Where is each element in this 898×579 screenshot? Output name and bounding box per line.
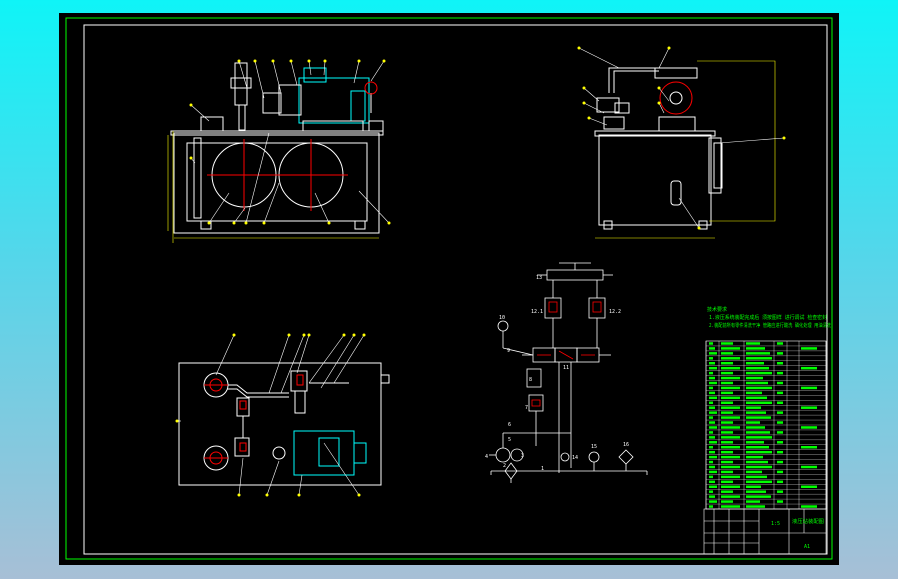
parts-table-row	[709, 396, 767, 400]
label-item-4: 4	[485, 454, 488, 460]
parts-table-row	[709, 371, 783, 375]
parts-table-row	[709, 357, 772, 360]
side-view	[594, 67, 723, 230]
drawing-title: 液压站装配图	[792, 518, 824, 525]
notes-heading: 技术要求	[707, 306, 727, 313]
label-valve-right: 12.2	[609, 309, 621, 315]
label-item-8: 8	[529, 377, 532, 383]
parts-table-row	[709, 450, 783, 454]
front-view	[170, 62, 384, 234]
parts-table-row	[709, 421, 783, 424]
parts-table-row	[709, 495, 771, 498]
label-pump: 2	[503, 463, 506, 469]
label-heater: 16	[623, 442, 629, 448]
inner-border	[83, 24, 828, 555]
drawing-sheet: 13 12.1 12.2 10 9 11 8 7 6 5 4 3 2 1 14 …	[59, 13, 839, 565]
cad-drawing: 13 12.1 12.2 10 9 11 8 7 6 5 4 3 2 1 14 …	[65, 17, 833, 560]
parts-table-row	[709, 391, 783, 395]
hydraulic-schematic	[489, 262, 648, 483]
parts-table-row	[709, 455, 763, 459]
parts-table-row	[709, 411, 783, 414]
parts-table-row	[709, 362, 783, 365]
parts-table-row	[709, 352, 783, 355]
parts-table-row	[709, 416, 771, 419]
parts-table-row	[709, 406, 817, 409]
outer-border	[65, 17, 833, 560]
top-view-callout-dots	[175, 333, 366, 497]
label-item-9: 9	[507, 348, 510, 354]
label-valve-left: 12.1	[531, 309, 543, 315]
notes-line-2: 2.装配前所有零件清洗干净 管路应进行酸洗 磷化处理 用油清洗	[709, 322, 831, 329]
label-thermometer: 15	[591, 444, 597, 450]
drawing-sheet-no: A1	[804, 544, 810, 550]
parts-table-row	[709, 446, 817, 449]
label-item-5: 5	[508, 437, 511, 443]
top-view	[178, 362, 390, 486]
parts-table-row	[709, 480, 783, 484]
label-motor: 3	[521, 453, 524, 459]
parts-table-row	[709, 485, 817, 488]
parts-table-row	[709, 426, 817, 429]
label-filter: 1	[541, 466, 544, 472]
parts-table-row	[709, 475, 767, 479]
parts-table-row	[709, 366, 817, 370]
parts-table-row	[709, 460, 783, 464]
parts-table-row	[709, 500, 783, 503]
label-gauge: 10	[499, 315, 505, 321]
label-item-6: 6	[508, 422, 511, 428]
parts-table-row	[709, 436, 772, 439]
parts-table-row	[709, 470, 783, 474]
parts-table-row	[709, 441, 783, 444]
label-item-7: 7	[525, 405, 528, 411]
parts-table-row	[709, 490, 783, 493]
drawing-scale: 1:5	[771, 521, 780, 527]
parts-table-row	[709, 465, 817, 469]
notes-line-1: 1.液压系统装配完成后 须按图样 进行调试 检查密封	[709, 314, 827, 321]
parts-table-row	[709, 431, 783, 434]
side-view-dimensions	[595, 60, 776, 239]
label-directional-valve: 11	[563, 365, 569, 371]
parts-table-row	[709, 347, 817, 350]
label-cylinder: 13	[536, 275, 542, 281]
parts-table-row	[709, 381, 783, 385]
parts-table-row	[709, 386, 817, 390]
parts-table-row	[709, 376, 763, 380]
technical-notes: 技术要求 1.液压系统装配完成后 须按图样 进行调试 检查密封 2.装配前所有零…	[707, 306, 831, 329]
parts-table-row	[709, 505, 817, 508]
parts-table-row	[709, 401, 783, 404]
parts-table	[705, 340, 827, 510]
title-block-text: 液压站装配图 1:5 A1	[771, 518, 824, 550]
top-view-red-fittings	[204, 374, 304, 465]
parts-table-row	[709, 342, 783, 345]
top-view-callouts	[177, 334, 365, 496]
label-tank-check: 14	[572, 455, 578, 461]
